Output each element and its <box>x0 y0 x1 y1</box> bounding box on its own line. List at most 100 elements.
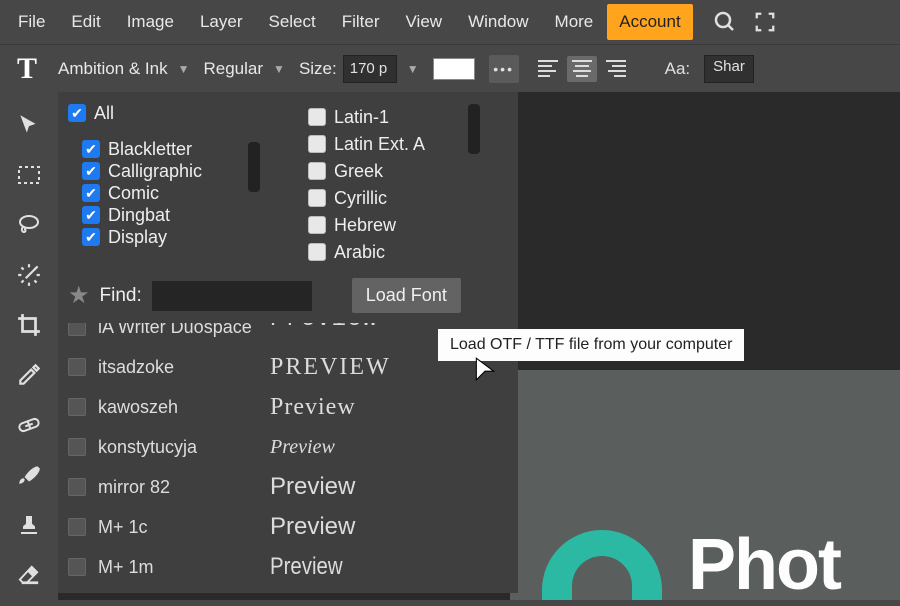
filter-greek[interactable]: Greek <box>308 160 488 182</box>
eyedropper-tool-icon[interactable] <box>12 360 46 390</box>
filter-calligraphic[interactable]: ✔Calligraphic <box>68 160 268 182</box>
font-checkbox[interactable] <box>68 358 86 376</box>
more-options-button[interactable]: ••• <box>489 55 519 83</box>
text-color-swatch[interactable] <box>433 58 475 80</box>
font-row[interactable]: kawoszeh Preview <box>68 387 508 427</box>
font-name: M+ 1c <box>98 517 258 538</box>
align-left-button[interactable] <box>533 56 563 82</box>
menu-bar: File Edit Image Layer Select Filter View… <box>0 0 900 44</box>
checkbox-icon <box>308 108 326 126</box>
checkbox-icon: ✔ <box>82 140 100 158</box>
font-preview: Preview <box>270 513 355 541</box>
options-bar: T Ambition & Ink ▼ Regular ▼ Size: ▼ •••… <box>0 44 900 92</box>
tool-bar <box>0 92 58 600</box>
filter-display[interactable]: ✔Display <box>68 226 268 248</box>
menu-layer[interactable]: Layer <box>188 4 255 40</box>
font-family-value: Ambition & Ink <box>58 59 168 79</box>
align-center-button[interactable] <box>567 56 597 82</box>
logo-text: Phot <box>688 524 840 606</box>
font-preview: Preview <box>270 323 378 333</box>
cursor-icon <box>474 356 496 382</box>
search-icon[interactable] <box>711 8 739 36</box>
filter-latin-ext-a[interactable]: Latin Ext. A <box>308 133 488 155</box>
text-align-group <box>533 56 631 82</box>
font-preview: PREVIEW <box>270 354 391 381</box>
menu-window[interactable]: Window <box>456 4 540 40</box>
crop-tool-icon[interactable] <box>12 310 46 340</box>
font-checkbox[interactable] <box>68 323 86 336</box>
menu-more[interactable]: More <box>543 4 606 40</box>
font-name: kawoszeh <box>98 397 258 418</box>
checkbox-icon: ✔ <box>82 162 100 180</box>
font-filters: ✔ All ✔Blackletter✔Calligraphic✔Comic✔Di… <box>58 92 518 272</box>
font-family-dropdown[interactable]: Ambition & Ink ▼ <box>58 59 190 79</box>
font-checkbox[interactable] <box>68 518 86 536</box>
checkbox-icon: ✔ <box>82 228 100 246</box>
find-label: Find: <box>100 285 142 307</box>
star-icon[interactable]: ★ <box>68 281 90 310</box>
font-name: mirror 82 <box>98 477 258 498</box>
font-row[interactable]: M+ 1m Preview <box>68 547 508 587</box>
font-checkbox[interactable] <box>68 398 86 416</box>
antialias-label: Aa: <box>665 59 691 79</box>
font-row[interactable]: mirror 82 Preview <box>68 467 508 507</box>
load-font-button[interactable]: Load Font <box>352 278 461 313</box>
menu-file[interactable]: File <box>6 4 57 40</box>
stamp-tool-icon[interactable] <box>12 510 46 540</box>
font-checkbox[interactable] <box>68 478 86 496</box>
font-checkbox[interactable] <box>68 558 86 576</box>
scrollbar[interactable] <box>248 142 260 192</box>
font-name: M+ 1m <box>98 557 258 578</box>
filter-all[interactable]: ✔ All <box>68 102 268 124</box>
font-preview: Preview <box>270 394 356 421</box>
menu-edit[interactable]: Edit <box>59 4 112 40</box>
font-find-row: ★ Find: Load Font <box>58 272 518 323</box>
brush-tool-icon[interactable] <box>12 460 46 490</box>
lasso-tool-icon[interactable] <box>12 210 46 240</box>
font-name: konstytucyja <box>98 437 258 458</box>
filter-latin-1[interactable]: Latin-1 <box>308 106 488 128</box>
font-list[interactable]: iA Writer Duospace Preview itsadzoke PRE… <box>58 323 518 593</box>
eraser-tool-icon[interactable] <box>12 560 46 590</box>
font-row[interactable]: M+ 1c Preview <box>68 507 508 547</box>
font-name: itsadzoke <box>98 357 258 378</box>
menu-view[interactable]: View <box>394 4 455 40</box>
filter-arabic[interactable]: Arabic <box>308 241 488 263</box>
magic-wand-tool-icon[interactable] <box>12 260 46 290</box>
menu-account[interactable]: Account <box>607 4 692 40</box>
move-tool-icon[interactable] <box>12 110 46 140</box>
font-style-dropdown[interactable]: Regular ▼ <box>204 59 285 79</box>
scrollbar[interactable] <box>468 104 480 154</box>
healing-tool-icon[interactable] <box>12 410 46 440</box>
marquee-tool-icon[interactable] <box>12 160 46 190</box>
filter-comic[interactable]: ✔Comic <box>68 182 268 204</box>
align-right-button[interactable] <box>601 56 631 82</box>
font-preview: Preview <box>270 436 335 459</box>
font-preview: Preview <box>270 553 343 581</box>
filter-hebrew[interactable]: Hebrew <box>308 214 488 236</box>
filter-dingbat[interactable]: ✔Dingbat <box>68 204 268 226</box>
font-size-group: Size: ▼ <box>299 55 419 83</box>
menu-select[interactable]: Select <box>256 4 327 40</box>
chevron-down-icon: ▼ <box>178 62 190 76</box>
menu-image[interactable]: Image <box>115 4 186 40</box>
menu-filter[interactable]: Filter <box>330 4 392 40</box>
fullscreen-icon[interactable] <box>751 8 779 36</box>
font-size-input[interactable] <box>343 55 397 83</box>
size-label: Size: <box>299 59 337 79</box>
font-find-input[interactable] <box>152 281 312 311</box>
checkbox-icon <box>308 189 326 207</box>
filter-blackletter[interactable]: ✔Blackletter <box>68 138 268 160</box>
font-checkbox[interactable] <box>68 438 86 456</box>
antialias-dropdown[interactable]: Shar <box>704 55 754 83</box>
font-row[interactable]: konstytucyja Preview <box>68 427 508 467</box>
checkbox-icon: ✔ <box>82 206 100 224</box>
font-preview: Preview <box>270 473 355 501</box>
chevron-down-icon[interactable]: ▼ <box>407 62 419 76</box>
checkbox-icon: ✔ <box>82 184 100 202</box>
type-tool-indicator: T <box>10 52 44 86</box>
font-name: iA Writer Duospace <box>98 323 258 338</box>
checkbox-icon <box>308 243 326 261</box>
filter-cyrillic[interactable]: Cyrillic <box>308 187 488 209</box>
checkbox-icon <box>308 216 326 234</box>
